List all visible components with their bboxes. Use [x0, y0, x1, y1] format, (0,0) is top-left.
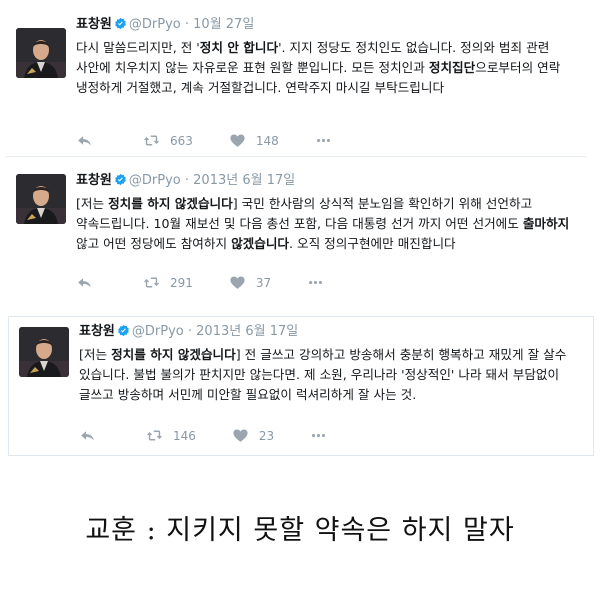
like-button[interactable]: 37: [229, 274, 271, 291]
author-name[interactable]: 표창원: [76, 173, 112, 188]
text-segment: 다시 말씀드리지만, 전 ': [76, 40, 200, 55]
tweet-date[interactable]: 10월 27일: [193, 17, 254, 32]
tweet-card[interactable]: 표창원 @DrPyo · 2013년 6월 17일 [저는 정치를 하지 않겠습니…: [8, 316, 594, 456]
tweet-card[interactable]: 표창원 @DrPyo · 10월 27일 다시 말씀드리지만, 전 '정치 안 합…: [6, 6, 586, 157]
tweet-header: 표창원 @DrPyo · 10월 27일: [76, 16, 576, 34]
reply-icon: [79, 427, 96, 444]
tweet-header: 표창원 @DrPyo · 2013년 6월 17일: [79, 323, 583, 341]
reply-icon: [76, 132, 93, 149]
text-segment: 않고 어떤 정당에도 참여하지: [76, 236, 232, 251]
emphasized-text: 정치를 하지 않겠습니다: [111, 347, 236, 362]
tweet-actions: 146 23: [79, 427, 363, 444]
more-button[interactable]: [310, 427, 327, 444]
like-count: 23: [258, 428, 275, 443]
more-icon: [310, 427, 327, 444]
avatar[interactable]: [19, 327, 69, 377]
like-count: 37: [255, 275, 272, 290]
reply-button[interactable]: [76, 132, 93, 149]
tweet-text: 다시 말씀드리지만, 전 '정치 안 합니다'. 지지 정당도 정치인도 없습니…: [76, 38, 576, 98]
tweet-header: 표창원 @DrPyo · 2013년 6월 17일: [76, 172, 576, 190]
text-segment: [저는: [76, 196, 109, 211]
like-count: 148: [255, 133, 279, 148]
text-segment: [저는: [79, 347, 112, 362]
avatar[interactable]: [16, 28, 66, 78]
tweet-text: [저는 정치를 하지 않겠습니다] 전 글쓰고 강의하고 방송해서 충분히 행복…: [79, 345, 583, 405]
more-button[interactable]: [315, 132, 332, 149]
author-name[interactable]: 표창원: [76, 17, 112, 32]
retweet-button[interactable]: 291: [143, 274, 193, 291]
more-button[interactable]: [307, 274, 324, 291]
heart-icon: [229, 132, 246, 149]
retweet-count: 291: [170, 275, 193, 290]
retweet-count: 663: [170, 133, 193, 148]
text-segment: . 오직 정의구현에만 매진합니다: [289, 236, 456, 251]
separator-dot: ·: [187, 324, 193, 339]
emphasized-text: 않겠습니다: [231, 236, 289, 251]
tweet-date[interactable]: 2013년 6월 17일: [193, 173, 295, 188]
retweet-count: 146: [173, 428, 196, 443]
tweet-date[interactable]: 2013년 6월 17일: [196, 324, 298, 339]
tweet-card[interactable]: 표창원 @DrPyo · 2013년 6월 17일 [저는 정치를 하지 않겠습니…: [6, 162, 586, 308]
author-handle[interactable]: @DrPyo: [132, 324, 184, 339]
more-icon: [307, 274, 324, 291]
reply-button[interactable]: [76, 274, 93, 291]
reply-button[interactable]: [79, 427, 96, 444]
lesson-caption: 교훈 : 지키지 못할 약속은 하지 말자: [85, 515, 515, 546]
tweet-text: [저는 정치를 하지 않겠습니다] 국민 한사람의 상식적 분노임을 확인하기 …: [76, 194, 576, 254]
emphasized-text: 정치 안 합니다: [199, 40, 279, 55]
separator-dot: ·: [184, 17, 190, 32]
emphasized-text: 정치집단: [428, 60, 476, 75]
emphasized-text: 출마하지: [522, 216, 570, 231]
tweet-actions: 291 37: [76, 274, 360, 291]
verified-badge-icon: [114, 17, 127, 30]
avatar[interactable]: [16, 174, 66, 224]
verified-badge-icon: [114, 173, 127, 186]
author-handle[interactable]: @DrPyo: [129, 173, 181, 188]
more-icon: [315, 132, 332, 149]
retweet-icon: [143, 274, 160, 291]
retweet-button[interactable]: 663: [143, 132, 193, 149]
tweet-actions: 663 148: [76, 132, 368, 149]
retweet-button[interactable]: 146: [146, 427, 196, 444]
emphasized-text: 정치를 하지 않겠습니다: [108, 196, 233, 211]
separator-dot: ·: [184, 173, 190, 188]
like-button[interactable]: 148: [229, 132, 279, 149]
author-name[interactable]: 표창원: [79, 324, 115, 339]
like-button[interactable]: 23: [232, 427, 274, 444]
heart-icon: [232, 427, 249, 444]
author-handle[interactable]: @DrPyo: [129, 17, 181, 32]
retweet-icon: [143, 132, 160, 149]
reply-icon: [76, 274, 93, 291]
verified-badge-icon: [117, 324, 130, 337]
retweet-icon: [146, 427, 163, 444]
heart-icon: [229, 274, 246, 291]
